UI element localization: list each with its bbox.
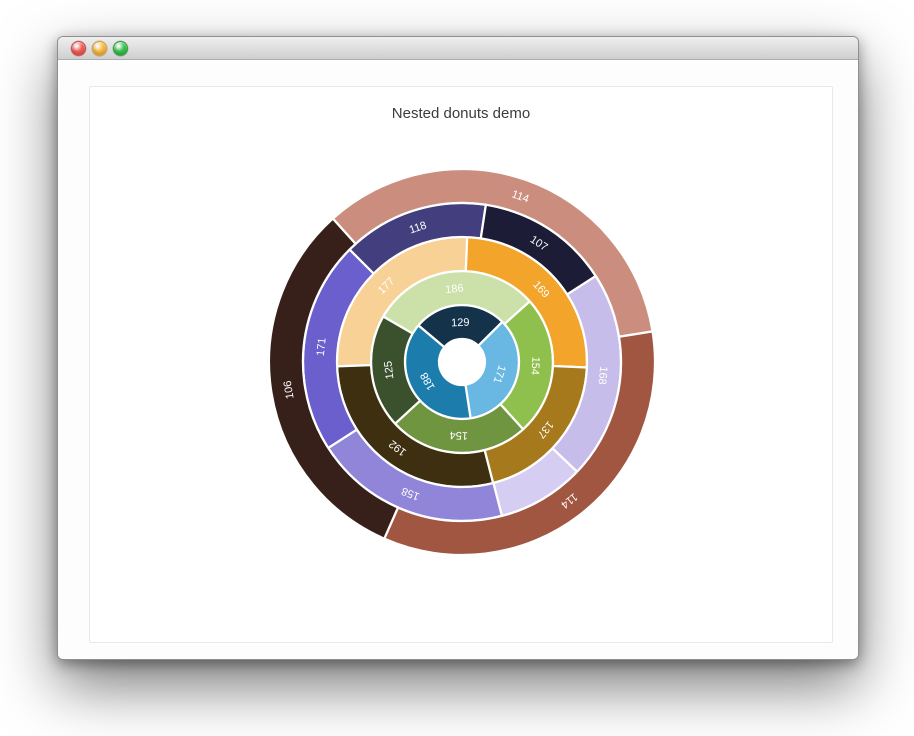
- minimize-button[interactable]: [92, 41, 107, 56]
- zoom-button[interactable]: [113, 41, 128, 56]
- donut-center-hole: [439, 339, 485, 385]
- chart-panel: Nested donuts demo 129171188186154154125…: [89, 86, 833, 643]
- screenshot-background: Nested donuts demo 129171188186154154125…: [0, 0, 914, 736]
- close-button[interactable]: [71, 41, 86, 56]
- window-titlebar[interactable]: [58, 37, 858, 60]
- nested-donut-chart: 1291711881861541541251771691371921181071…: [90, 87, 832, 642]
- traffic-lights: [71, 41, 128, 56]
- app-window: Nested donuts demo 129171188186154154125…: [57, 36, 859, 660]
- window-content: Nested donuts demo 129171188186154154125…: [58, 60, 858, 659]
